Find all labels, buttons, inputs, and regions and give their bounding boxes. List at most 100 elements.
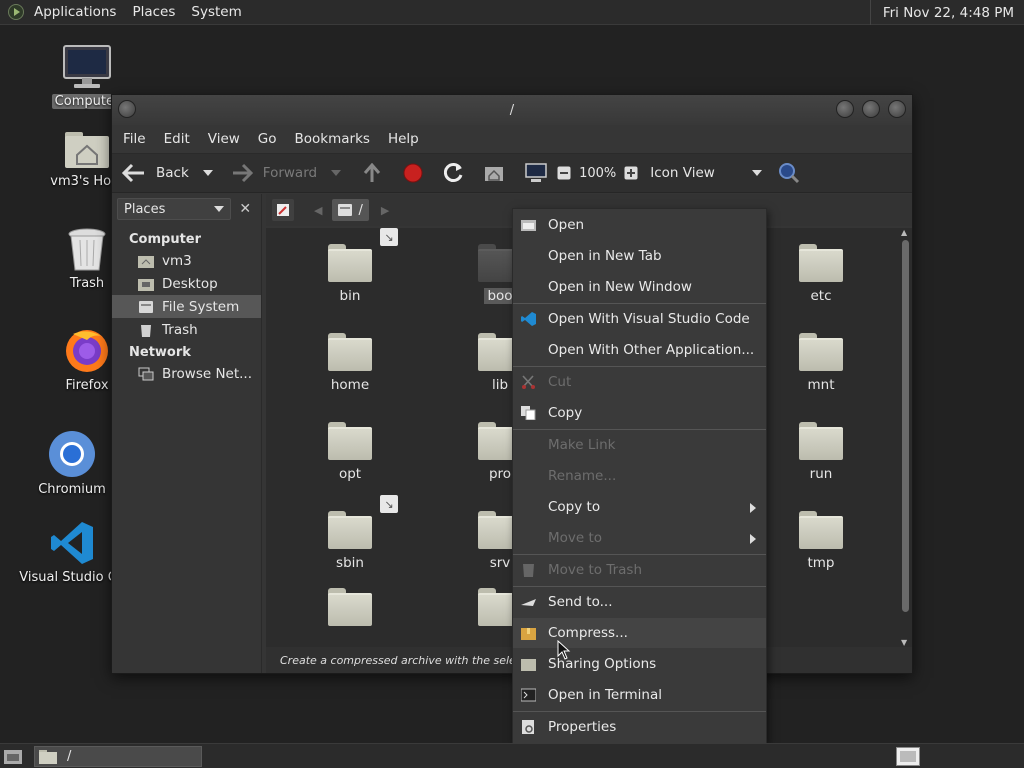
folder-icon	[328, 420, 372, 460]
menu-item-make-link[interactable]: Make Link	[513, 430, 766, 460]
file-item[interactable]: mnt	[771, 331, 871, 393]
menu-item-open-with-other[interactable]: Open With Other Application...	[513, 335, 766, 365]
file-name: pro	[488, 466, 512, 482]
monitor-icon	[63, 45, 111, 88]
desktop-icon-label: Chromium	[38, 482, 106, 497]
vertical-scrollbar[interactable]: ▲ ▼	[898, 228, 912, 647]
folder-icon	[799, 242, 843, 282]
toggle-location-button[interactable]	[272, 199, 294, 221]
reload-icon	[444, 163, 463, 182]
menu-bookmarks[interactable]: Bookmarks	[286, 131, 379, 147]
firefox-icon	[66, 330, 108, 372]
back-history-dropdown[interactable]	[202, 153, 213, 193]
file-item[interactable]: ↘ bin	[300, 228, 400, 304]
menu-item-open[interactable]: Open	[513, 210, 766, 240]
taskbar-window-title: /	[67, 749, 72, 764]
forward-button[interactable]: Forward	[231, 153, 317, 193]
path-left-arrow-icon[interactable]: ◀	[314, 204, 322, 217]
menu-edit[interactable]: Edit	[155, 131, 199, 147]
path-right-arrow-icon[interactable]: ▶	[381, 204, 389, 217]
file-item[interactable]: run	[771, 420, 871, 482]
menu-item-sharing-options[interactable]: Sharing Options	[513, 649, 766, 679]
folder-icon	[328, 586, 372, 626]
file-name: sbin	[336, 555, 364, 571]
stop-button[interactable]	[403, 153, 423, 193]
file-name: lib	[491, 377, 509, 393]
path-button-root[interactable]: /	[332, 199, 369, 221]
file-item[interactable]: etc	[771, 242, 871, 304]
search-button[interactable]	[778, 153, 800, 193]
file-item[interactable]: tmp	[771, 509, 871, 571]
menu-item-copy[interactable]: Copy	[513, 398, 766, 428]
maximize-button[interactable]	[862, 100, 880, 118]
sidebar-item-vm3[interactable]: vm3	[112, 249, 261, 272]
sidebar-close-button[interactable]: ✕	[235, 198, 256, 220]
close-button[interactable]	[888, 100, 906, 118]
home-button[interactable]	[484, 153, 504, 193]
menu-item-properties[interactable]: Properties	[513, 712, 766, 742]
sidebar: Places ✕ Computer vm3 Desktop File Syste…	[112, 194, 262, 673]
clock[interactable]: Fri Nov 22, 4:48 PM	[869, 0, 1024, 25]
menu-item-cut[interactable]: Cut	[513, 367, 766, 397]
path-label: /	[358, 202, 363, 218]
chevron-down-icon	[213, 206, 224, 212]
places-menu[interactable]: Places	[124, 4, 183, 20]
computer-button[interactable]	[525, 153, 547, 193]
desktop-folder-icon	[138, 278, 154, 291]
system-menu[interactable]: System	[183, 4, 249, 20]
menu-item-open-new-window[interactable]: Open in New Window	[513, 272, 766, 302]
zoom-level[interactable]: 100%	[579, 166, 616, 181]
menu-item-send-to[interactable]: Send to...	[513, 587, 766, 617]
taskbar-window-button[interactable]: /	[34, 746, 202, 767]
menu-item-move-to-trash[interactable]: Move to Trash	[513, 555, 766, 585]
sidebar-selector[interactable]: Places	[117, 198, 231, 220]
menu-item-open-new-tab[interactable]: Open in New Tab	[513, 241, 766, 271]
menu-item-rename[interactable]: Rename...	[513, 461, 766, 491]
menu-item-label: Open in New Window	[548, 279, 692, 295]
minimize-button[interactable]	[836, 100, 854, 118]
sidebar-item-browse-network[interactable]: Browse Net...	[112, 362, 261, 385]
forward-history-dropdown[interactable]	[331, 153, 342, 193]
file-item[interactable]: home	[300, 331, 400, 393]
file-name: tmp	[807, 555, 835, 571]
menu-go[interactable]: Go	[249, 131, 286, 147]
menu-item-move-to[interactable]: Move to	[513, 523, 766, 553]
menu-item-open-in-terminal[interactable]: Open in Terminal	[513, 680, 766, 710]
computer-icon	[525, 163, 547, 182]
scrollbar-thumb[interactable]	[902, 240, 909, 612]
reload-button[interactable]	[444, 153, 464, 193]
menu-item-label: Rename...	[548, 468, 617, 484]
sidebar-item-trash[interactable]: Trash	[112, 318, 261, 341]
menu-file[interactable]: File	[114, 131, 155, 147]
show-desktop-button[interactable]	[4, 748, 22, 764]
desktop-icon-vscode[interactable]: Visual Studio Co	[19, 520, 125, 585]
workspace-switcher[interactable]	[896, 747, 920, 766]
window-menu-button[interactable]	[118, 100, 136, 118]
menu-item-compress[interactable]: Compress...	[513, 618, 766, 648]
menu-item-label: Open	[548, 217, 585, 233]
scroll-up-icon[interactable]: ▲	[901, 228, 907, 237]
scroll-down-icon[interactable]: ▼	[901, 638, 907, 647]
file-item[interactable]	[300, 586, 400, 626]
back-button[interactable]: Back	[122, 153, 189, 193]
desktop-icon-label: Trash	[69, 276, 105, 291]
desktop-icon-chromium[interactable]: Chromium	[24, 430, 120, 497]
up-button[interactable]	[363, 153, 381, 193]
menu-help[interactable]: Help	[379, 131, 428, 147]
zoom-out-button[interactable]	[557, 153, 571, 193]
menu-item-copy-to[interactable]: Copy to	[513, 492, 766, 522]
applications-menu[interactable]: Applications	[26, 4, 124, 20]
file-item[interactable]: opt	[300, 420, 400, 482]
menu-view[interactable]: View	[199, 131, 249, 147]
mate-logo-icon[interactable]	[8, 4, 24, 20]
file-item[interactable]: ↘ sbin	[300, 495, 400, 571]
submenu-arrow-icon	[750, 503, 756, 513]
sidebar-item-file-system[interactable]: File System	[112, 295, 261, 318]
view-mode-select[interactable]: Icon View	[650, 153, 763, 193]
window-titlebar[interactable]: /	[112, 95, 912, 125]
copy-icon	[521, 406, 536, 420]
zoom-in-button[interactable]	[624, 153, 638, 193]
sidebar-item-desktop[interactable]: Desktop	[112, 272, 261, 295]
submenu-arrow-icon	[750, 534, 756, 544]
menu-item-open-with-vscode[interactable]: Open With Visual Studio Code	[513, 304, 766, 334]
